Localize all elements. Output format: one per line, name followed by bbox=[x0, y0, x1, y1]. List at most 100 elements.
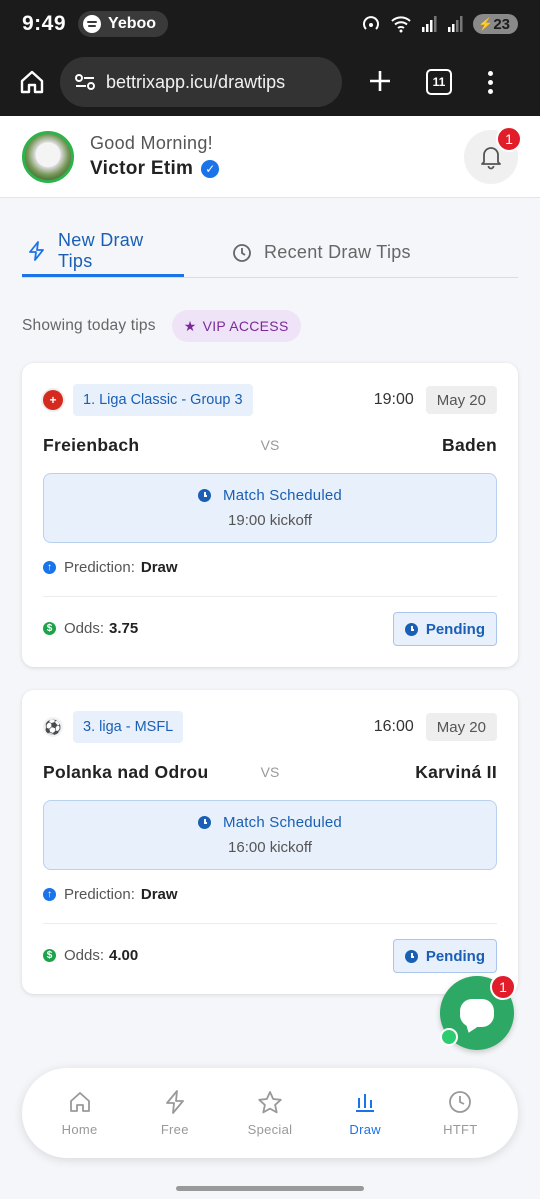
tab-new-draw-tips[interactable]: New Draw Tips bbox=[22, 228, 184, 277]
avatar[interactable] bbox=[22, 130, 74, 183]
match-time: 16:00 bbox=[373, 718, 414, 735]
odds-value: 4.00 bbox=[109, 947, 139, 964]
tab-switcher-button[interactable]: 11 bbox=[426, 69, 452, 95]
home-team: Polanka nad Odrou bbox=[43, 761, 209, 782]
status-time: 9:49 bbox=[22, 12, 67, 35]
url-bar[interactable]: bettrixapp.icu/drawtips bbox=[60, 57, 342, 107]
odds-label: Odds: bbox=[64, 620, 105, 637]
star-icon: ★ bbox=[183, 317, 197, 334]
match-status-box: Match Scheduled 19:00 kickoff bbox=[43, 473, 497, 543]
away-team: Karviná II bbox=[415, 761, 497, 782]
kickoff-text: 19:00 kickoff bbox=[228, 512, 312, 529]
vs-label: VS bbox=[260, 764, 280, 780]
nav-htft[interactable]: HTFT bbox=[420, 1090, 500, 1137]
match-date: May 20 bbox=[425, 713, 497, 741]
user-name: Victor Etim bbox=[90, 158, 194, 179]
prediction-label: Prediction: bbox=[64, 886, 135, 903]
media-label: Yeboo bbox=[108, 15, 157, 32]
browser-toolbar: bettrixapp.icu/drawtips 11 bbox=[0, 48, 540, 116]
status-row: Match Scheduled bbox=[198, 814, 342, 831]
vs-label: VS bbox=[260, 437, 280, 453]
arrow-up-icon: ↑ bbox=[43, 888, 56, 901]
prediction-label: Prediction: bbox=[64, 559, 135, 576]
match-card-header: + 1. Liga Classic - Group 3 19:00 May 20 bbox=[43, 384, 497, 416]
browser-menu-button[interactable] bbox=[488, 70, 493, 94]
pending-label: Pending bbox=[425, 947, 485, 965]
url-text: bettrixapp.icu/drawtips bbox=[106, 71, 286, 92]
tab-label: Recent Draw Tips bbox=[264, 242, 411, 262]
greeting-text: Good Morning! bbox=[90, 133, 213, 153]
bolt-icon bbox=[28, 241, 46, 261]
online-indicator bbox=[440, 1028, 458, 1046]
greeting-block: Good Morning! Victor Etim ✓ bbox=[90, 133, 220, 180]
chat-button[interactable]: 1 bbox=[440, 974, 516, 1050]
match-status-box: Match Scheduled 16:00 kickoff bbox=[43, 800, 497, 870]
clock-icon bbox=[198, 489, 212, 502]
teams-row: Freienbach VS Baden bbox=[43, 433, 497, 457]
showing-today-text: Showing today tips bbox=[22, 317, 156, 334]
divider bbox=[43, 923, 497, 924]
nav-label: HTFT bbox=[443, 1121, 478, 1137]
new-tab-button[interactable] bbox=[362, 63, 398, 102]
prediction-row: ↑ Prediction: Draw bbox=[43, 886, 178, 903]
hotspot-icon bbox=[363, 16, 380, 30]
pending-status-button[interactable]: Pending bbox=[392, 612, 497, 646]
bolt-icon bbox=[165, 1089, 184, 1114]
nav-label: Draw bbox=[349, 1121, 381, 1137]
user-row: Victor Etim ✓ bbox=[90, 158, 220, 180]
chat-bubble-icon bbox=[460, 999, 494, 1027]
match-card[interactable]: + 1. Liga Classic - Group 3 19:00 May 20… bbox=[22, 363, 518, 667]
notifications-button[interactable]: 1 bbox=[464, 125, 522, 184]
nav-draw[interactable]: Draw bbox=[325, 1090, 405, 1137]
prediction-value: Draw bbox=[140, 886, 178, 903]
clock-icon bbox=[232, 243, 252, 263]
nav-special[interactable]: Special bbox=[230, 1090, 310, 1137]
clock-icon bbox=[449, 1090, 472, 1113]
dollar-icon: $ bbox=[43, 949, 56, 962]
away-team: Baden bbox=[442, 434, 497, 455]
match-status: Match Scheduled bbox=[223, 814, 342, 831]
nav-free[interactable]: Free bbox=[135, 1089, 215, 1137]
nav-home[interactable]: Home bbox=[40, 1090, 120, 1137]
match-card[interactable]: ⚽ 3. liga - MSFL 16:00 May 20 Polanka na… bbox=[22, 690, 518, 994]
league-tag: 3. liga - MSFL bbox=[73, 711, 184, 743]
pending-status-button[interactable]: Pending bbox=[392, 939, 497, 973]
tab-label: New Draw Tips bbox=[58, 230, 144, 271]
notification-badge: 1 bbox=[496, 125, 522, 152]
prediction-value: Draw bbox=[140, 559, 178, 576]
league-tag: 1. Liga Classic - Group 3 bbox=[73, 384, 253, 416]
browser-home-button[interactable] bbox=[14, 64, 50, 100]
dollar-icon: $ bbox=[43, 622, 56, 635]
tab-recent-draw-tips[interactable]: Recent Draw Tips bbox=[226, 228, 417, 277]
home-team: Freienbach bbox=[43, 434, 140, 455]
verified-icon: ✓ bbox=[201, 160, 220, 178]
clock-icon bbox=[404, 949, 418, 963]
tip-tabs: New Draw Tips Recent Draw Tips bbox=[22, 228, 518, 278]
switzerland-flag-icon: + bbox=[43, 390, 63, 410]
system-icons: 23 bbox=[361, 14, 518, 34]
teams-row: Polanka nad Odrou VS Karviná II bbox=[43, 760, 497, 784]
chat-badge: 1 bbox=[490, 974, 516, 1000]
pending-label: Pending bbox=[425, 620, 485, 638]
nav-label: Special bbox=[247, 1121, 293, 1137]
home-icon bbox=[69, 1091, 90, 1112]
divider bbox=[43, 596, 497, 597]
menu-dot bbox=[488, 70, 493, 76]
status-bar: 9:49 Yeboo 23 bbox=[0, 0, 540, 48]
prediction-row: ↑ Prediction: Draw bbox=[43, 559, 178, 576]
vip-label: VIP ACCESS bbox=[202, 318, 289, 334]
odds-row: $ Odds: 4.00 bbox=[43, 947, 138, 964]
home-indicator[interactable] bbox=[176, 1186, 364, 1191]
battery-indicator: 23 bbox=[473, 14, 518, 34]
odds-value: 3.75 bbox=[109, 620, 139, 637]
soccer-ball-icon: ⚽ bbox=[43, 717, 63, 737]
star-icon bbox=[258, 1090, 282, 1113]
spotify-icon bbox=[83, 15, 102, 33]
match-card-header: ⚽ 3. liga - MSFL 16:00 May 20 bbox=[43, 711, 497, 743]
site-settings-icon bbox=[75, 74, 95, 90]
plus-icon bbox=[370, 70, 390, 91]
match-date: May 20 bbox=[425, 386, 497, 414]
odds-label: Odds: bbox=[64, 947, 105, 964]
clock-icon bbox=[198, 816, 212, 829]
media-pill[interactable]: Yeboo bbox=[78, 11, 169, 37]
